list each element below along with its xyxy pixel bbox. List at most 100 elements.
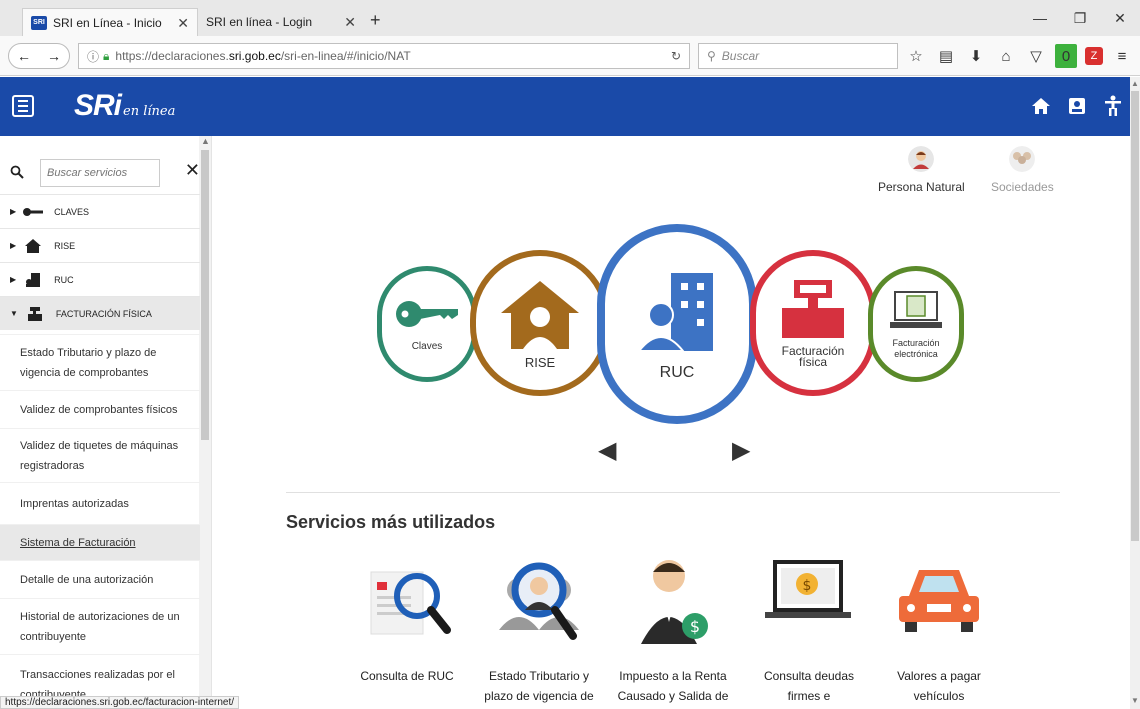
sidebar-item-claves[interactable]: ▶ CLAVES <box>0 194 200 228</box>
circle-label: Claves <box>411 340 443 352</box>
sidebar-subitem[interactable]: Detalle de una autorización <box>0 560 200 598</box>
restore-button[interactable]: ❐ <box>1060 0 1100 36</box>
addon-badge-icon[interactable]: 0 <box>1055 44 1077 68</box>
back-icon[interactable]: ← <box>9 48 39 64</box>
circle-label: RUC <box>659 363 695 381</box>
logo-main: SRi <box>74 89 122 122</box>
service-circle-facturacion-electronica[interactable]: Facturación electrónica <box>868 266 964 382</box>
tab-close-icon[interactable]: ✕ <box>344 14 356 31</box>
menu-toggle-button[interactable] <box>12 95 34 117</box>
laptop-coin-icon: $ <box>765 560 851 618</box>
lock-icon[interactable]: 🔒︎ <box>103 49 109 64</box>
pocket-icon[interactable]: ▽ <box>1025 44 1047 68</box>
forward-icon[interactable]: → <box>39 48 69 64</box>
service-circle-ruc[interactable]: RUC <box>597 224 757 424</box>
user-card-icon[interactable] <box>1066 95 1088 117</box>
new-tab-button[interactable]: + <box>370 10 381 31</box>
car-icon <box>899 570 979 632</box>
service-label: Consulta de RUC <box>360 669 454 683</box>
service-search: ✕ <box>10 158 200 188</box>
browser-search-input[interactable]: ⚲ Buscar <box>698 43 898 69</box>
service-label: Valores a pagar vehículos <box>897 669 981 703</box>
service-valores-vehiculos[interactable]: Valores a pagar vehículos <box>874 550 1004 706</box>
sidebar-item-rise[interactable]: ▶ RISE <box>0 228 200 262</box>
service-circle-claves[interactable]: Claves <box>377 266 477 382</box>
person-magnifier-icon <box>499 562 579 640</box>
url-path: /sri-en-linea/#/inicio/NAT <box>280 49 411 63</box>
services-sidebar: ▲ ✕ ▶ CLAVES ▶ RISE ▶ RUC ▼ FACTURACIÓN … <box>0 136 212 696</box>
user-type-sociedades[interactable]: Sociedades <box>991 146 1054 194</box>
user-type-label: Persona Natural <box>878 180 965 194</box>
circle-label-line1: Facturación <box>892 338 940 348</box>
subitem-label: Detalle de una autorización <box>20 573 154 586</box>
sidebar-subitem[interactable]: Imprentas autorizadas <box>0 482 200 524</box>
hamburger-menu-icon[interactable]: ≡ <box>1111 44 1133 68</box>
home-icon[interactable]: ⌂ <box>995 44 1017 68</box>
expand-arrow-icon: ▶ <box>10 241 17 250</box>
service-search-input[interactable] <box>40 159 160 187</box>
cash-register-icon <box>782 280 844 338</box>
person-avatar-icon <box>908 146 935 172</box>
window-controls: — ❐ ✕ <box>1020 0 1140 36</box>
svg-text:$: $ <box>803 578 812 594</box>
user-type-label: Sociedades <box>991 180 1054 194</box>
subitem-label: Validez de comprobantes físicos <box>20 403 178 416</box>
sri-logo[interactable]: SRi en línea <box>74 89 175 123</box>
scroll-up-icon[interactable]: ▲ <box>1131 79 1139 88</box>
close-sidebar-icon[interactable]: ✕ <box>185 160 200 181</box>
sidebar-item-facturacion-fisica[interactable]: ▼ FACTURACIÓN FÍSICA <box>0 296 200 330</box>
close-window-button[interactable]: ✕ <box>1100 0 1140 36</box>
service-impuesto-renta[interactable]: $ Impuesto a la Renta Causado y Salida de <box>608 550 738 706</box>
home-icon[interactable] <box>1030 95 1052 117</box>
accessibility-icon[interactable] <box>1102 95 1124 117</box>
subitem-label: Sistema de Facturación <box>20 536 136 549</box>
scroll-up-icon[interactable]: ▲ <box>201 136 210 146</box>
addon-red-icon[interactable]: Z <box>1085 47 1103 65</box>
section-divider <box>286 492 1060 493</box>
sidebar-item-ruc[interactable]: ▶ RUC <box>0 262 200 296</box>
browser-status-url: https://declaraciones.sri.gob.ec/factura… <box>0 696 240 709</box>
reading-list-icon[interactable]: ▤ <box>935 44 957 68</box>
tab-sri-login[interactable]: SRI en línea - Login ✕ <box>198 8 364 36</box>
info-icon[interactable]: ⓘ <box>87 48 99 65</box>
bookmark-star-icon[interactable]: ☆ <box>905 44 927 68</box>
sidebar-subitem[interactable]: Validez de comprobantes físicos <box>0 390 200 428</box>
download-icon[interactable]: ⬇ <box>965 44 987 68</box>
user-type-natural[interactable]: Persona Natural <box>878 146 965 194</box>
sidebar-scroll-thumb[interactable] <box>201 150 209 440</box>
sidebar-item-label: FACTURACIÓN FÍSICA <box>55 308 152 319</box>
browser-tab-bar: SRI SRI en Línea - Inicio ✕ SRI en línea… <box>0 0 1140 36</box>
circle-label-line2: física <box>798 355 827 369</box>
subitem-label: Historial de autorizaciones de un contri… <box>20 610 180 643</box>
url-bar[interactable]: ⓘ 🔒︎ https://declaraciones. sri.gob.ec/sr… <box>78 43 690 69</box>
tab-sri-inicio[interactable]: SRI SRI en Línea - Inicio ✕ <box>22 8 198 36</box>
svg-text:$: $ <box>690 617 700 636</box>
service-consulta-deudas[interactable]: $ Consulta deudas firmes e <box>744 550 874 706</box>
service-circle-facturacion-fisica[interactable]: Facturación física <box>750 250 876 396</box>
sidebar-subitem[interactable]: Historial de autorizaciones de un contri… <box>0 598 200 654</box>
service-estado-tributario[interactable]: Estado Tributario y plazo de vigencia de <box>474 550 604 706</box>
minimize-button[interactable]: — <box>1020 0 1060 36</box>
search-icon <box>10 165 30 182</box>
page-scrollbar[interactable]: ▲ ▼ <box>1130 77 1140 709</box>
subitem-label: Imprentas autorizadas <box>20 497 129 510</box>
service-consulta-ruc[interactable]: Consulta de RUC <box>342 550 472 686</box>
collapse-arrow-icon: ▼ <box>10 309 18 318</box>
sidebar-subitem[interactable]: Validez de tiquetes de máquinas registra… <box>0 428 200 482</box>
service-circle-rise[interactable]: RISE <box>470 250 610 396</box>
logo-sub: en línea <box>123 104 176 119</box>
sidebar-subitem[interactable]: Transacciones realizadas por el contribu… <box>0 654 200 696</box>
laptop-invoice-icon <box>890 291 942 328</box>
page-scroll-thumb[interactable] <box>1131 91 1139 541</box>
subitem-label: Transacciones realizadas por el contribu… <box>20 669 175 696</box>
service-label: Estado Tributario y plazo de vigencia de <box>484 669 594 703</box>
sidebar-subitem[interactable]: Estado Tributario y plazo de vigencia de… <box>0 334 200 390</box>
carousel-prev-icon[interactable]: ◀ <box>598 436 616 465</box>
tab-close-icon[interactable]: ✕ <box>177 15 189 32</box>
carousel-next-icon[interactable]: ▶ <box>732 436 750 465</box>
sri-favicon-icon: SRI <box>31 15 47 30</box>
reload-icon[interactable]: ↻ <box>671 49 681 63</box>
browser-toolbar-icons: ☆ ▤ ⬇ ⌂ ▽ 0 Z ≡ <box>905 44 1133 68</box>
scroll-down-icon[interactable]: ▼ <box>1131 696 1139 705</box>
sidebar-subitem-selected[interactable]: Sistema de Facturación <box>0 524 200 560</box>
